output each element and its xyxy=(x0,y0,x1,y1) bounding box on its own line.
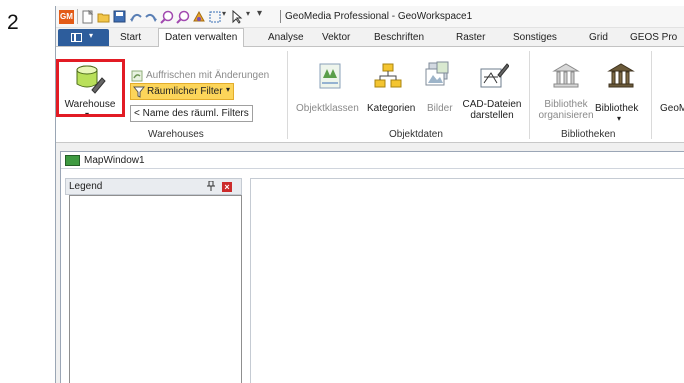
geomedia-window: GM ▾ ▾ ▾ GeoMedia Professional - GeoWork… xyxy=(55,6,684,383)
tab-beschriften[interactable]: Beschriften xyxy=(374,32,424,43)
chevron-down-icon: ▾ xyxy=(89,31,94,40)
cad-dateien-label-line1: CAD-Dateien xyxy=(462,99,522,110)
spatial-filter-button[interactable]: Räumlicher Filter ▾ xyxy=(130,83,234,100)
legend-close-icon[interactable]: × xyxy=(222,182,232,192)
spatial-filter-label: Räumlicher Filter xyxy=(147,86,223,97)
fit-all-icon[interactable] xyxy=(209,10,221,24)
refresh-changes-button[interactable]: Auffrischen mit Änderungen xyxy=(146,69,269,83)
tab-daten-verwalten[interactable]: Daten verwalten xyxy=(158,28,245,47)
app-logo: GM xyxy=(59,10,74,24)
bibliothek-dropdown-icon[interactable]: ▾ xyxy=(617,113,621,124)
chevron-down-icon: ▾ xyxy=(226,85,231,94)
tab-grid[interactable]: Grid xyxy=(589,32,608,43)
group-label-objektdaten: Objektdaten xyxy=(389,129,443,140)
pin-icon[interactable] xyxy=(207,180,215,193)
categories-icon xyxy=(374,63,402,88)
spatial-filter-name-field[interactable]: < Name des räuml. Filters xyxy=(130,105,253,122)
redo-icon[interactable] xyxy=(144,10,158,24)
group-label-warehouses: Warehouses xyxy=(148,129,204,140)
images-icon xyxy=(425,61,449,86)
tab-sonstiges[interactable]: Sonstiges xyxy=(513,32,557,43)
group-separator xyxy=(287,51,288,139)
refresh-changes-icon xyxy=(131,70,143,82)
legend-title: Legend xyxy=(69,181,103,192)
open-folder-icon[interactable] xyxy=(97,10,111,24)
group-label-bibliotheken: Bibliotheken xyxy=(561,129,616,140)
geomedia-partial-button[interactable]: GeoM xyxy=(660,103,684,114)
tab-start[interactable]: Start xyxy=(120,32,141,43)
ribbon-panel: Warehouse ▾ Auffrischen mit Änderungen R… xyxy=(56,46,684,143)
objektklassen-button[interactable]: Objektklassen xyxy=(296,103,359,114)
legend-header: Legend × xyxy=(65,178,242,195)
map-canvas[interactable] xyxy=(250,178,684,383)
select-pointer-icon[interactable] xyxy=(230,10,244,24)
step-number: 2 xyxy=(7,11,19,34)
pan-icon[interactable] xyxy=(192,10,206,24)
file-menu-button[interactable]: ▾ xyxy=(58,29,109,46)
zoom-in-icon[interactable] xyxy=(160,10,174,24)
bilder-button[interactable]: Bilder xyxy=(427,103,453,114)
title-separator xyxy=(280,10,281,23)
zoom-out-icon[interactable] xyxy=(176,10,190,24)
map-window-title: MapWindow1 xyxy=(84,155,145,166)
window-title: GeoMedia Professional - GeoWorkspace1 xyxy=(285,11,473,22)
tab-vektor[interactable]: Vektor xyxy=(322,32,350,43)
legend-panel[interactable] xyxy=(69,195,242,383)
file-menu-icon xyxy=(71,33,82,42)
mdi-workspace: MapWindow1 Legend × xyxy=(56,143,684,383)
dropdown-arrow-icon[interactable]: ▾ xyxy=(222,9,226,23)
new-document-icon[interactable] xyxy=(82,10,94,24)
map-window-icon xyxy=(65,155,80,166)
bibliothek-organisieren-button[interactable]: Bibliothek organisieren xyxy=(536,99,596,121)
cad-dateien-label-line2: darstellen xyxy=(470,110,514,121)
warehouse-highlight-box xyxy=(56,59,125,117)
kategorien-button[interactable]: Kategorien xyxy=(367,103,415,114)
customize-quick-access-icon[interactable]: ▾ xyxy=(257,8,262,22)
undo-icon[interactable] xyxy=(129,10,143,24)
cad-dateien-button[interactable]: CAD-Dateien darstellen xyxy=(462,99,522,121)
group-separator xyxy=(651,51,652,139)
library-organize-icon xyxy=(552,63,580,88)
tab-raster[interactable]: Raster xyxy=(456,32,485,43)
bibliothek-organisieren-line2: organisieren xyxy=(538,110,594,121)
map-window-titlebar[interactable]: MapWindow1 xyxy=(61,152,684,169)
bibliothek-organisieren-line1: Bibliothek xyxy=(544,99,588,110)
map-window: MapWindow1 Legend × xyxy=(60,151,684,383)
title-bar: GM ▾ ▾ ▾ GeoMedia Professional - GeoWork… xyxy=(56,6,684,28)
pointer-dropdown-icon[interactable]: ▾ xyxy=(246,9,250,23)
feature-classes-icon xyxy=(319,63,341,89)
library-icon xyxy=(607,63,635,88)
group-separator xyxy=(529,51,530,139)
save-icon[interactable] xyxy=(113,10,126,24)
filter-funnel-icon xyxy=(133,86,145,98)
tab-analyse[interactable]: Analyse xyxy=(268,32,304,43)
toolbar-separator xyxy=(77,9,78,24)
tab-geos-pro[interactable]: GEOS Pro xyxy=(630,32,677,43)
cad-files-icon xyxy=(480,63,509,88)
ribbon-tabs: ▾ Start Daten verwalten Analyse Vektor B… xyxy=(56,28,684,47)
